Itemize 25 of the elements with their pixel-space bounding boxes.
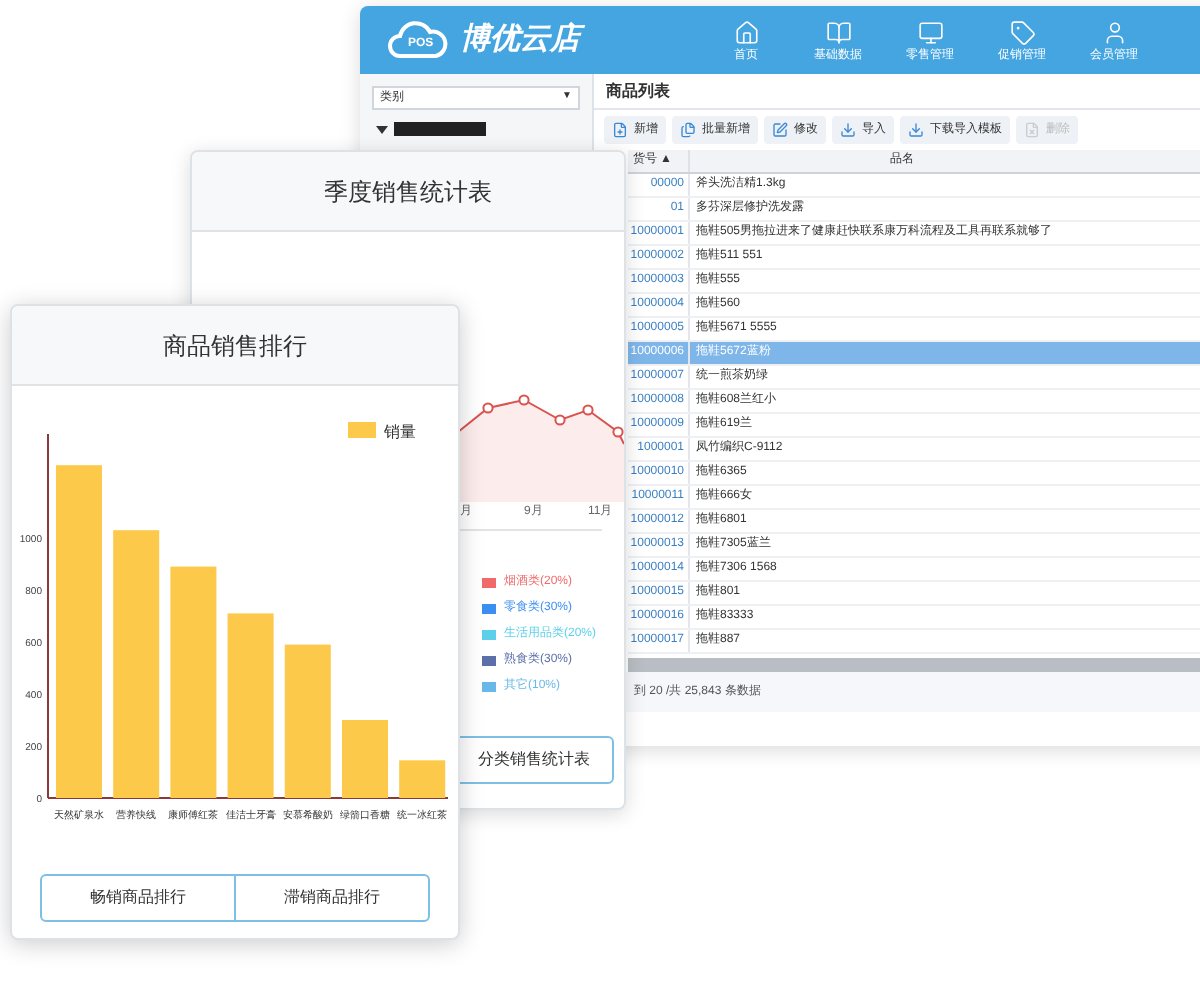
ranking-button[interactable]: 滞销商品排行: [234, 876, 428, 920]
delete-file-icon: [1024, 122, 1040, 138]
new-file-icon: [612, 122, 628, 138]
home-icon: [733, 19, 759, 45]
horizontal-scrollbar[interactable]: [628, 658, 1200, 672]
bar: [342, 720, 388, 798]
redacted-bar: [394, 122, 486, 136]
edit-icon: [772, 122, 788, 138]
tree-caret-icon[interactable]: [376, 123, 388, 135]
user-icon: [1101, 19, 1127, 45]
legend-swatch: [348, 422, 376, 438]
download-icon: [908, 122, 924, 138]
legend-label: 销量: [384, 423, 416, 441]
logo-text: 博优云店: [460, 17, 580, 63]
book-icon: [825, 19, 851, 45]
card-title: 商品销售排行: [163, 329, 307, 363]
tag-icon: [1009, 19, 1035, 45]
files-icon: [680, 122, 696, 138]
panel-title: 商品列表: [606, 79, 670, 103]
category-sales-button[interactable]: 分类销售统计表: [454, 736, 614, 784]
bar: [399, 760, 446, 798]
card-title: 季度销售统计表: [324, 175, 492, 209]
ranking-button[interactable]: 畅销商品排行: [42, 876, 234, 920]
download-icon: [840, 122, 856, 138]
monitor-icon: [917, 19, 943, 45]
